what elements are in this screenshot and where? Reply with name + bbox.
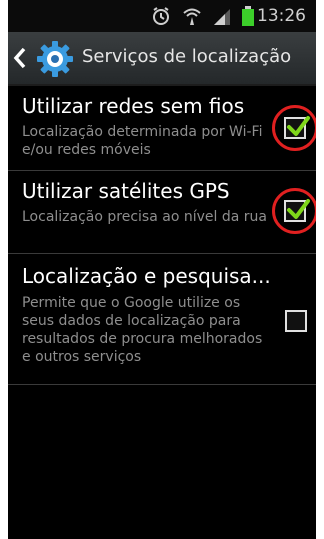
status-bar: 13:26	[8, 0, 316, 32]
setting-subtitle: Localização precisa ao nível da rua	[22, 209, 267, 225]
wifi-networks-checkbox[interactable]	[284, 116, 310, 139]
signal-icon	[213, 9, 230, 25]
wifi-icon	[183, 8, 201, 25]
setting-title: Utilizar redes sem fios	[22, 94, 245, 118]
setting-title: Localização e pesquisa...	[22, 264, 271, 288]
settings-gear-icon[interactable]	[36, 40, 74, 78]
page-title: Serviços de localização	[82, 46, 292, 67]
setting-row-gps[interactable]: Utilizar satélites GPS Localização preci…	[8, 171, 316, 254]
checkmark-icon	[287, 116, 310, 136]
phone-screen: 13:26 Serviços de localização Utilizar r…	[8, 0, 316, 539]
setting-row-wifi-networks[interactable]: Utilizar redes sem fios Localização dete…	[8, 86, 316, 171]
setting-row-location-search[interactable]: Localização e pesquisa... Permite que o …	[8, 254, 316, 385]
action-bar: Serviços de localização	[8, 32, 316, 86]
setting-title: Utilizar satélites GPS	[22, 179, 230, 203]
gps-checkbox[interactable]	[284, 199, 310, 222]
checkmark-icon	[287, 199, 310, 219]
location-search-checkbox[interactable]	[285, 310, 307, 332]
setting-subtitle: Permite que o Google utilize os seus dad…	[22, 295, 263, 365]
setting-subtitle: Localização determinada por Wi-Fi e/ou r…	[22, 124, 263, 158]
back-chevron-icon[interactable]	[12, 47, 28, 69]
alarm-icon	[152, 7, 169, 25]
battery-icon	[242, 6, 254, 26]
status-time: 13:26	[257, 6, 306, 26]
status-icons	[145, 6, 254, 28]
